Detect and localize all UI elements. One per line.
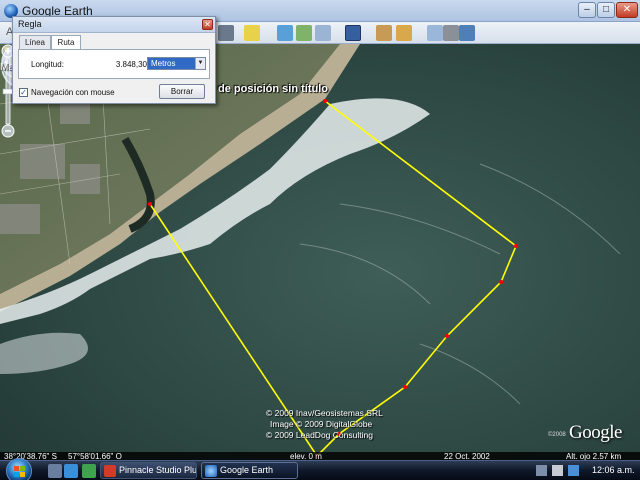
tray-app-icon[interactable] bbox=[568, 465, 579, 476]
credit-line: © 2009 Inav/Geosistemas SRL bbox=[266, 408, 383, 418]
logo-year: ©2008 bbox=[548, 432, 566, 438]
add-placemark-icon[interactable] bbox=[244, 25, 260, 41]
mouse-navigation-label: Navegación con mouse bbox=[31, 88, 115, 97]
clear-button[interactable]: Borrar bbox=[159, 84, 205, 99]
ruler-dialog: Regla ✕ Línea Ruta Longitud: 3.848,30 Me… bbox=[12, 16, 216, 104]
dialog-title: Regla bbox=[18, 19, 42, 29]
add-polygon-icon[interactable] bbox=[277, 25, 293, 41]
pinnacle-icon bbox=[104, 465, 116, 477]
windows-logo-icon bbox=[14, 466, 25, 477]
dialog-close-button[interactable]: ✕ bbox=[202, 19, 213, 30]
show-desktop-icon[interactable] bbox=[48, 464, 62, 478]
print-icon[interactable] bbox=[443, 25, 459, 41]
tab-linea[interactable]: Línea bbox=[19, 35, 51, 49]
unit-select[interactable]: Metros ▼ bbox=[147, 57, 206, 70]
credit-line: Image © 2009 DigitalGlobe bbox=[270, 419, 373, 429]
placemark-label[interactable]: de posición sin título bbox=[218, 83, 328, 95]
google-earth-icon bbox=[205, 465, 217, 477]
taskbar-button-pinnacle[interactable]: Pinnacle Studio Plus... bbox=[100, 462, 197, 479]
tab-panel: Longitud: 3.848,30 Metros ▼ bbox=[18, 49, 210, 79]
mouse-navigation-checkbox[interactable]: ✓ bbox=[19, 88, 28, 97]
email-icon[interactable] bbox=[427, 25, 443, 41]
ruler-icon[interactable] bbox=[345, 25, 361, 41]
length-value: 3.848,30 bbox=[115, 60, 147, 69]
ruler-vertex[interactable] bbox=[148, 202, 152, 206]
sunlight-icon[interactable] bbox=[396, 25, 412, 41]
historical-imagery-icon[interactable] bbox=[376, 25, 392, 41]
tab-ruta[interactable]: Ruta bbox=[51, 35, 81, 50]
ruler-vertex[interactable] bbox=[499, 280, 503, 284]
quicklaunch-app-icon[interactable] bbox=[82, 464, 96, 478]
ruler-vertex[interactable] bbox=[445, 334, 449, 338]
ruler-vertex[interactable] bbox=[514, 244, 518, 248]
imagery-credits: © 2009 Inav/Geosistemas SRL Image © 2009… bbox=[266, 408, 383, 441]
taskbar-button-label: Google Earth bbox=[220, 465, 274, 475]
ruler-vertex[interactable] bbox=[403, 385, 407, 389]
add-path-icon[interactable] bbox=[296, 25, 312, 41]
chevron-down-icon[interactable]: ▼ bbox=[195, 58, 205, 69]
map-view[interactable]: de posición sin título © 2009 Inav/Geosi… bbox=[0, 44, 640, 460]
close-button[interactable]: ✕ bbox=[616, 2, 638, 18]
google-logo: Google bbox=[569, 422, 622, 443]
start-button[interactable] bbox=[6, 458, 32, 480]
volume-icon[interactable] bbox=[552, 465, 563, 476]
satellite-imagery bbox=[0, 44, 640, 460]
taskbar-button-google-earth[interactable]: Google Earth bbox=[201, 462, 298, 479]
ruler-vertex[interactable] bbox=[323, 99, 327, 103]
add-overlay-icon[interactable] bbox=[315, 25, 331, 41]
view-in-maps-icon[interactable] bbox=[459, 25, 475, 41]
internet-explorer-icon[interactable] bbox=[64, 464, 78, 478]
minimize-button[interactable]: – bbox=[578, 2, 596, 18]
unit-selected: Metros bbox=[151, 59, 176, 68]
length-label: Longitud: bbox=[31, 60, 64, 69]
taskbar-clock[interactable]: 12:06 a.m. bbox=[592, 465, 635, 475]
hide-sidebar-icon[interactable] bbox=[218, 25, 234, 41]
credit-line: © 2009 LeadDog Consulting bbox=[266, 430, 373, 440]
taskbar: Pinnacle Studio Plus... Google Earth 12:… bbox=[0, 458, 640, 480]
taskbar-button-label: Pinnacle Studio Plus... bbox=[119, 465, 197, 475]
dialog-title-bar[interactable]: Regla ✕ bbox=[13, 17, 215, 33]
network-icon[interactable] bbox=[536, 465, 547, 476]
maximize-button[interactable]: □ bbox=[597, 2, 615, 18]
